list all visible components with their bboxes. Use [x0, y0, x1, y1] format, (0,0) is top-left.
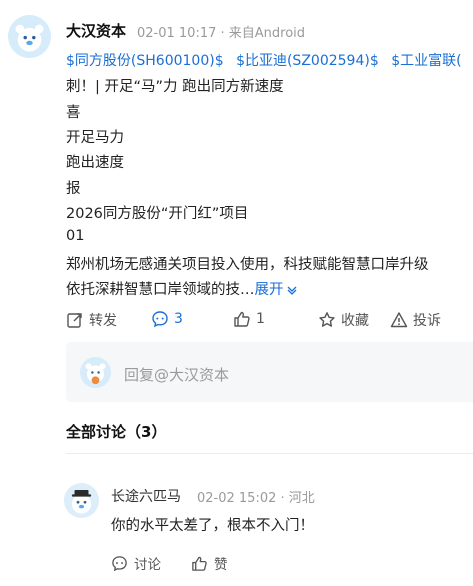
- current-user-avatar: [80, 357, 111, 388]
- post-line: 喜: [66, 105, 81, 121]
- author-name[interactable]: 大汉资本: [66, 20, 126, 41]
- repost-icon: [67, 313, 82, 328]
- star-icon: [319, 312, 335, 327]
- post-line: 01: [66, 228, 85, 244]
- comment-icon: [112, 555, 127, 571]
- commenter-name[interactable]: 长途六匹马: [111, 486, 181, 506]
- commenter-avatar[interactable]: [64, 483, 99, 518]
- discuss-label: 讨论: [134, 557, 161, 573]
- post-line: 2026同方股份“开门红”项目: [66, 206, 249, 222]
- repost-button[interactable]: 转发: [66, 310, 117, 330]
- like-count: 1: [256, 311, 265, 327]
- like-label: 赞: [214, 557, 228, 573]
- divider: [66, 453, 473, 454]
- favorite-button[interactable]: 收藏: [318, 310, 369, 330]
- post-last-line: 依托深耕智慧口岸领域的技…展开: [66, 278, 298, 299]
- reply-box[interactable]: 回复@大汉资本: [66, 342, 473, 402]
- comment-meta: 02-02 15:02 · 河北: [197, 491, 315, 506]
- expand-label[interactable]: 展开: [255, 282, 284, 298]
- stock-tag-fii[interactable]: $工业富联(: [391, 53, 461, 69]
- report-label: 投诉: [413, 313, 441, 329]
- thumbs-up-icon: [234, 311, 250, 327]
- comment-like-button[interactable]: 赞: [191, 553, 228, 573]
- post-line: 报: [66, 181, 81, 197]
- comment-text: 你的水平太差了，根本不入门！: [111, 518, 314, 534]
- favorite-label: 收藏: [341, 313, 369, 329]
- stock-tag-byd[interactable]: $比亚迪(SZ002594)$: [236, 53, 379, 69]
- post-line: 跑出速度: [66, 155, 124, 171]
- report-button[interactable]: 投诉: [390, 310, 441, 330]
- stock-tag-tongfang[interactable]: $同方股份(SH600100)$: [66, 53, 224, 69]
- stock-tags: $同方股份(SH600100)$ $比亚迪(SZ002594)$ $工业富联(: [66, 50, 470, 70]
- warning-icon: [390, 312, 408, 328]
- like-button[interactable]: 1: [233, 310, 265, 328]
- comment-button[interactable]: 3: [151, 310, 183, 328]
- expand-link[interactable]: 展开: [255, 282, 298, 298]
- discussion-title: 全部讨论（3）: [66, 423, 167, 441]
- chevron-down-icon: [287, 286, 296, 295]
- post-meta: 02-01 10:17 · 来自Android: [137, 26, 306, 41]
- repost-label: 转发: [89, 313, 117, 329]
- post-line: 开足马力: [66, 130, 124, 146]
- reply-placeholder[interactable]: 回复@大汉资本: [124, 364, 229, 385]
- comment-discuss-button[interactable]: 讨论: [111, 553, 161, 573]
- post-line: 郑州机场无感通关项目投入使用，科技赋能智慧口岸升级: [66, 257, 429, 273]
- comment-count: 3: [174, 311, 183, 327]
- comment-icon: [152, 311, 168, 328]
- post-line: 刺！| 开足“马”力 跑出同方新速度: [66, 79, 284, 95]
- author-avatar[interactable]: [8, 15, 51, 58]
- post-truncated-text: 依托深耕智慧口岸领域的技…: [66, 282, 255, 298]
- thumbs-up-icon: [192, 556, 207, 571]
